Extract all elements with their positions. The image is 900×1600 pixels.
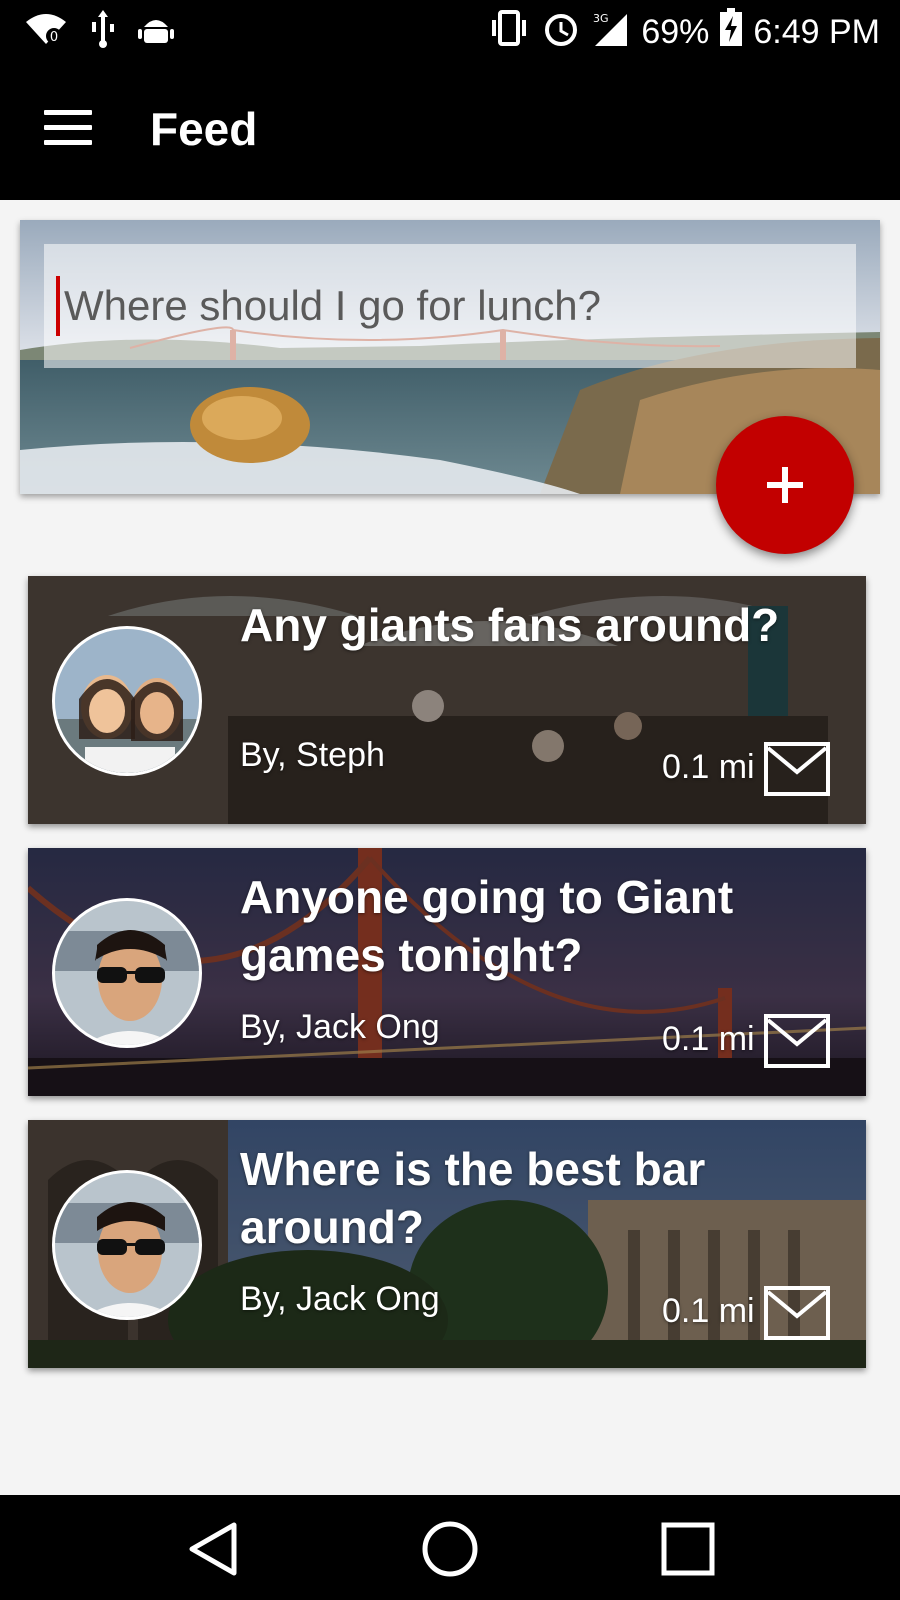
usb-icon [90,10,116,53]
feed-card[interactable]: Anyone going to Giant games tonight? By,… [28,848,866,1096]
post-author: By, Jack Ong [240,1008,440,1046]
avatar[interactable] [52,626,202,776]
recents-icon[interactable] [656,1517,720,1581]
battery-percent: 69% [641,13,710,51]
status-bar: 0 3G 69% 6:49 PM [0,0,900,62]
mail-icon[interactable] [764,1286,830,1340]
home-icon[interactable] [418,1517,482,1581]
signal-icon: 3G [591,8,631,57]
alarm-icon [541,8,581,57]
mail-icon[interactable] [764,742,830,796]
feed-card[interactable]: Any giants fans around? By, Steph 0.1 mi [28,576,866,824]
app-bar: Feed [0,62,900,200]
text-cursor [56,276,60,336]
post-distance: 0.1 mi [662,1020,755,1058]
question-input[interactable] [64,282,824,330]
avatar[interactable] [52,898,202,1048]
wifi-icon: 0 [24,12,68,51]
back-icon[interactable] [182,1517,246,1581]
battery-charging-icon [719,8,743,57]
post-distance: 0.1 mi [662,1292,755,1330]
avatar[interactable] [52,1170,202,1320]
post-title: Any giants fans around? [240,599,780,651]
page-title: Feed [150,103,258,155]
add-post-button[interactable] [716,416,854,554]
svg-text:0: 0 [50,30,58,45]
post-author: By, Steph [240,736,385,774]
mail-icon[interactable] [764,1014,830,1068]
post-distance: 0.1 mi [662,748,755,786]
post-title: Anyone going to Giant games tonight? [240,871,734,981]
svg-text:3G: 3G [593,12,609,25]
clock: 6:49 PM [753,13,880,51]
post-author: By, Jack Ong [240,1280,440,1318]
feed-card[interactable]: Where is the best bar around? By, Jack O… [28,1120,866,1368]
system-nav-bar [0,1495,900,1600]
android-debug-icon [138,11,174,52]
compose-question-field[interactable] [44,244,856,368]
vibrate-icon [487,8,531,57]
post-title: Where is the best bar around? [240,1143,706,1253]
hamburger-menu-icon[interactable] [44,110,94,150]
